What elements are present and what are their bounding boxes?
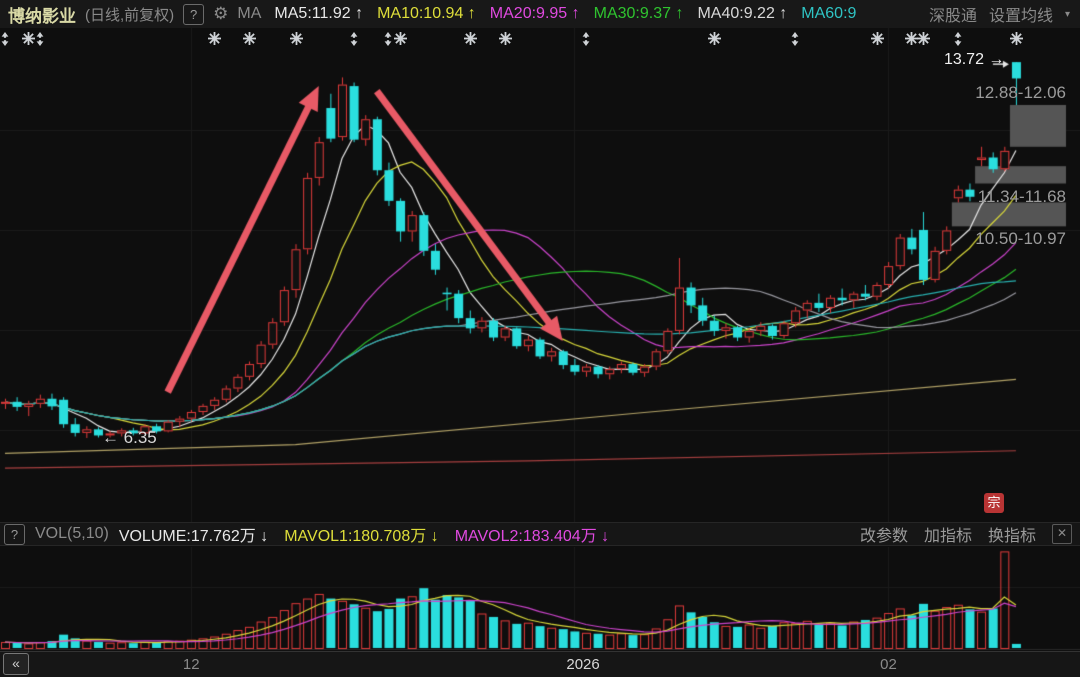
dividend-star-icon: [1010, 32, 1023, 50]
gap-zone-label: 12.88-12.06: [975, 83, 1066, 103]
volume-legend-item: MAVOL2:183.404万 ↓: [455, 522, 609, 546]
high-price-annotation: 13.72 →: [944, 51, 1004, 69]
indicator-tools: 改参数加指标换指标 ✕: [860, 522, 1080, 546]
volume-canvas[interactable]: [0, 547, 1080, 651]
volume-legend-item: VOLUME:17.762万 ↓: [119, 522, 268, 546]
volume-header-bar: ? VOL(5,10) VOLUME:17.762万 ↓ MAVOL1:180.7…: [0, 522, 1080, 546]
candlestick-canvas[interactable]: [0, 28, 1080, 522]
updown-arrows-icon: [0, 32, 11, 51]
collapse-panel-button[interactable]: «: [3, 653, 29, 675]
market-tag: 深股通: [929, 2, 977, 26]
main-chart-pane[interactable]: [0, 28, 1080, 522]
gap-zone-label: 11.34-11.68: [978, 187, 1066, 207]
gap-zone-label: 10.50-10.97: [975, 229, 1066, 249]
ma-group-label: MA: [237, 5, 261, 23]
chart-header-bar: 博纳影业 (日线,前复权) ? ⚙ MA MA5:11.92 ↑ MA10:10.…: [0, 0, 1080, 28]
dividend-star-icon: [464, 32, 477, 50]
dividend-star-icon: [394, 32, 407, 50]
axis-tick-label: 2026: [566, 656, 599, 673]
tool-换指标[interactable]: 换指标: [988, 522, 1036, 546]
updown-arrows-icon: [580, 32, 592, 51]
dividend-star-icon: [871, 32, 884, 50]
axis-tick-label: 12: [183, 656, 200, 673]
updown-arrows-icon: [348, 32, 360, 51]
dividend-star-icon: [499, 32, 512, 50]
low-price-annotation: ← 6.35: [102, 428, 157, 448]
tool-加指标[interactable]: 加指标: [924, 522, 972, 546]
volume-legend-item: MAVOL1:180.708万 ↓: [284, 522, 438, 546]
ma-legend-item: MA30:9.37 ↑: [594, 5, 684, 23]
volume-indicator-label: VOL(5,10): [35, 525, 109, 543]
axis-tick-label: 02: [880, 656, 897, 673]
zong-event-badge[interactable]: 宗: [984, 493, 1004, 513]
ma-legend: MA5:11.92 ↑ MA10:10.94 ↑ MA20:9.95 ↑ MA30:9…: [274, 5, 856, 23]
volume-pane[interactable]: [0, 547, 1080, 651]
close-indicator-icon[interactable]: ✕: [1052, 524, 1072, 544]
dividend-star-icon: [917, 32, 930, 50]
dividend-star-icon: [208, 32, 221, 50]
gear-icon[interactable]: ⚙: [213, 4, 228, 24]
ma-legend-item: MA5:11.92 ↑: [274, 5, 363, 23]
volume-legend: VOLUME:17.762万 ↓ MAVOL1:180.708万 ↓ MAVOL2:…: [119, 522, 609, 546]
stock-name: 博纳影业: [8, 2, 76, 27]
dividend-star-icon: [708, 32, 721, 50]
ma-legend-item: MA40:9.22 ↑: [697, 5, 787, 23]
ma-settings-button[interactable]: 设置均线: [989, 2, 1053, 26]
chevron-down-icon[interactable]: ▾: [1065, 9, 1070, 20]
updown-arrows-icon: [34, 32, 46, 51]
updown-arrows-icon: [952, 32, 964, 51]
updown-arrows-icon: [382, 32, 394, 51]
dividend-star-icon: [243, 32, 256, 50]
period-label: (日线,前复权): [85, 4, 174, 25]
ma-legend-item: MA20:9.95 ↑: [490, 5, 580, 23]
event-marker-row: [0, 32, 1080, 48]
ma-legend-item: MA10:10.94 ↑: [377, 5, 476, 23]
time-axis-bar: [0, 651, 1080, 677]
help-icon[interactable]: ?: [4, 524, 25, 545]
dividend-star-icon: [290, 32, 303, 50]
help-icon[interactable]: ?: [183, 4, 204, 25]
tool-改参数[interactable]: 改参数: [860, 522, 908, 546]
updown-arrows-icon: [789, 32, 801, 51]
ma-legend-item: MA60:9: [801, 5, 856, 23]
